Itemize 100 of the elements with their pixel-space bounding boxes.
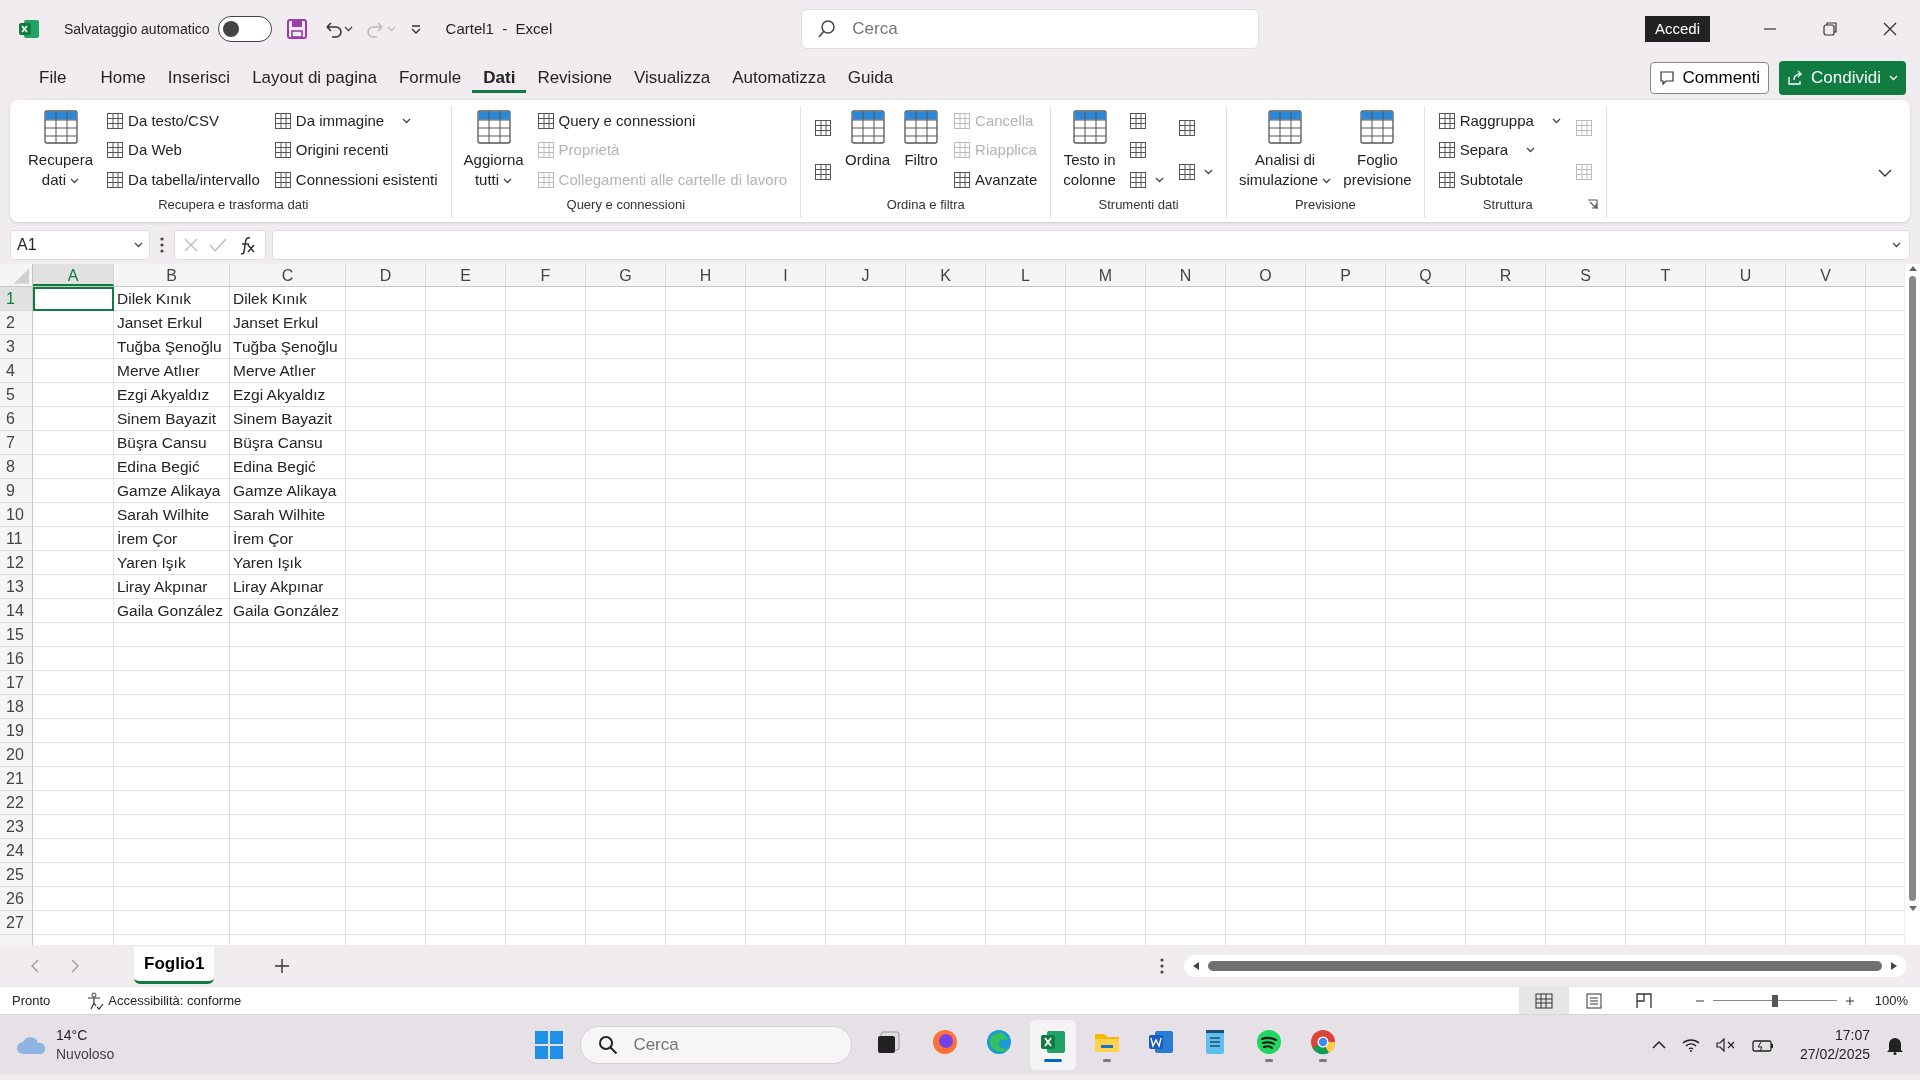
row-header[interactable]: 21: [0, 767, 33, 791]
sheet-tab[interactable]: Foglio1: [134, 947, 215, 984]
row-header[interactable]: 12: [0, 551, 33, 575]
row-header[interactable]: 11: [0, 527, 33, 551]
column-header[interactable]: V: [1786, 264, 1866, 286]
accessibility-status[interactable]: Accessibilità: conforme: [108, 990, 242, 1011]
ribbon-button[interactable]: Filtro: [898, 106, 945, 195]
column-header[interactable]: P: [1306, 264, 1386, 286]
row-header[interactable]: 23: [0, 815, 33, 839]
row-header[interactable]: 4: [0, 359, 33, 383]
ribbon-button[interactable]: Raggruppa: [1434, 106, 1564, 135]
column-header[interactable]: N: [1146, 264, 1226, 286]
row-header[interactable]: 6: [0, 407, 33, 431]
column-header[interactable]: O: [1226, 264, 1306, 286]
row-header[interactable]: 7: [0, 431, 33, 455]
taskbar-search[interactable]: Cerca: [580, 1025, 853, 1064]
column-header[interactable]: L: [986, 264, 1066, 286]
menu-tab[interactable]: Revisione: [526, 62, 624, 94]
row-header[interactable]: 17: [0, 671, 33, 695]
ribbon-button[interactable]: Testo in colonne: [1059, 106, 1120, 195]
sign-in-button[interactable]: Accedi: [1644, 15, 1710, 43]
zoom-in-icon[interactable]: [1844, 995, 1855, 1006]
ribbon-button[interactable]: Connessioni esistenti: [270, 165, 441, 194]
menu-tab[interactable]: Guida: [836, 62, 905, 94]
menu-tab[interactable]: Inserisci: [156, 62, 242, 94]
column-header[interactable]: B: [114, 264, 230, 286]
dialog-launcher-icon[interactable]: [1586, 198, 1598, 210]
row-header[interactable]: 15: [0, 623, 33, 647]
customize-icon[interactable]: [409, 23, 422, 35]
scroll-up-icon[interactable]: [1907, 264, 1918, 272]
ribbon-button[interactable]: Subtotale: [1434, 165, 1564, 194]
slider-thumb[interactable]: [1771, 994, 1778, 1007]
column-header[interactable]: I: [746, 264, 826, 286]
row-header[interactable]: 3: [0, 335, 33, 359]
column-header[interactable]: C: [230, 264, 346, 286]
check-icon[interactable]: [209, 237, 227, 253]
column-header[interactable]: A: [33, 264, 114, 286]
row-header[interactable]: 14: [0, 599, 33, 623]
ribbon-button[interactable]: Recupera dati: [24, 106, 98, 195]
clock[interactable]: 17:07 27/02/2025: [1799, 1025, 1870, 1064]
ribbon-button[interactable]: Ordina: [841, 106, 895, 195]
column-header[interactable]: D: [346, 264, 426, 286]
selected-cell[interactable]: [33, 287, 114, 311]
name-box[interactable]: A1: [10, 230, 150, 260]
row-header[interactable]: 24: [0, 839, 33, 863]
scrollbar-thumb[interactable]: [1909, 276, 1916, 901]
menu-tab[interactable]: Home: [89, 62, 157, 94]
menu-tab[interactable]: Visualizza: [623, 62, 722, 94]
column-header[interactable]: K: [906, 264, 986, 286]
ribbon-button[interactable]: Da Web: [103, 136, 263, 165]
chevron-up-icon[interactable]: [1651, 1039, 1666, 1050]
ribbon-button[interactable]: Query e connessioni: [533, 106, 791, 135]
menu-tab[interactable]: Formule: [387, 62, 473, 94]
row-header[interactable]: 20: [0, 743, 33, 767]
menu-tab[interactable]: Layout di pagina: [241, 62, 388, 94]
ribbon-button[interactable]: Da tabella/intervallo: [103, 165, 263, 194]
add-icon[interactable]: [274, 957, 291, 974]
share-button[interactable]: Condividi: [1779, 61, 1906, 95]
row-header[interactable]: 26: [0, 887, 33, 911]
column-header[interactable]: J: [826, 264, 906, 286]
ribbon-button[interactable]: Origini recenti: [270, 136, 441, 165]
column-header[interactable]: U: [1706, 264, 1786, 286]
autosave-toggle[interactable]: [217, 16, 272, 42]
save-icon[interactable]: [285, 18, 308, 40]
view-button[interactable]: [1518, 986, 1569, 1015]
collapse-icon[interactable]: [1878, 168, 1892, 178]
row-header[interactable]: 18: [0, 695, 33, 719]
horizontal-scrollbar[interactable]: [1184, 954, 1906, 977]
row-header[interactable]: 10: [0, 503, 33, 527]
search-field[interactable]: Cerca: [801, 9, 1260, 49]
column-header[interactable]: S: [1546, 264, 1626, 286]
more-icon[interactable]: [160, 237, 164, 253]
ribbon-button[interactable]: Foglio previsione: [1339, 106, 1416, 195]
row-header[interactable]: 16: [0, 647, 33, 671]
column-header[interactable]: H: [666, 264, 746, 286]
wifi-icon[interactable]: [1681, 1037, 1700, 1052]
row-header[interactable]: 13: [0, 575, 33, 599]
ribbon-button[interactable]: Da immagine: [270, 106, 441, 135]
column-header[interactable]: M: [1066, 264, 1146, 286]
row-header[interactable]: 9: [0, 479, 33, 503]
column-header[interactable]: E: [426, 264, 506, 286]
ribbon-button[interactable]: Da testo/CSV: [103, 106, 263, 135]
menu-tab[interactable]: Automatizza: [721, 62, 837, 94]
comments-button[interactable]: Commenti: [1649, 62, 1770, 94]
column-header[interactable]: T: [1626, 264, 1706, 286]
column-header[interactable]: F: [506, 264, 586, 286]
row-header[interactable]: 27: [0, 911, 33, 935]
ribbon-button[interactable]: Aggiorna tutti: [459, 106, 528, 195]
menu-tab[interactable]: Dati: [472, 62, 527, 94]
scroll-down-icon[interactable]: [1907, 905, 1918, 913]
more-icon[interactable]: [1160, 957, 1164, 974]
ribbon-button[interactable]: Analisi di simulazione: [1234, 106, 1336, 195]
row-header[interactable]: 19: [0, 719, 33, 743]
row-header[interactable]: 25: [0, 863, 33, 887]
row-header[interactable]: 2: [0, 311, 33, 335]
battery-icon[interactable]: [1751, 1037, 1774, 1052]
ribbon-button[interactable]: Separa: [1434, 136, 1564, 165]
row-header[interactable]: 5: [0, 383, 33, 407]
start-icon[interactable]: [534, 1029, 565, 1060]
ribbon-button[interactable]: Avanzate: [950, 165, 1041, 194]
